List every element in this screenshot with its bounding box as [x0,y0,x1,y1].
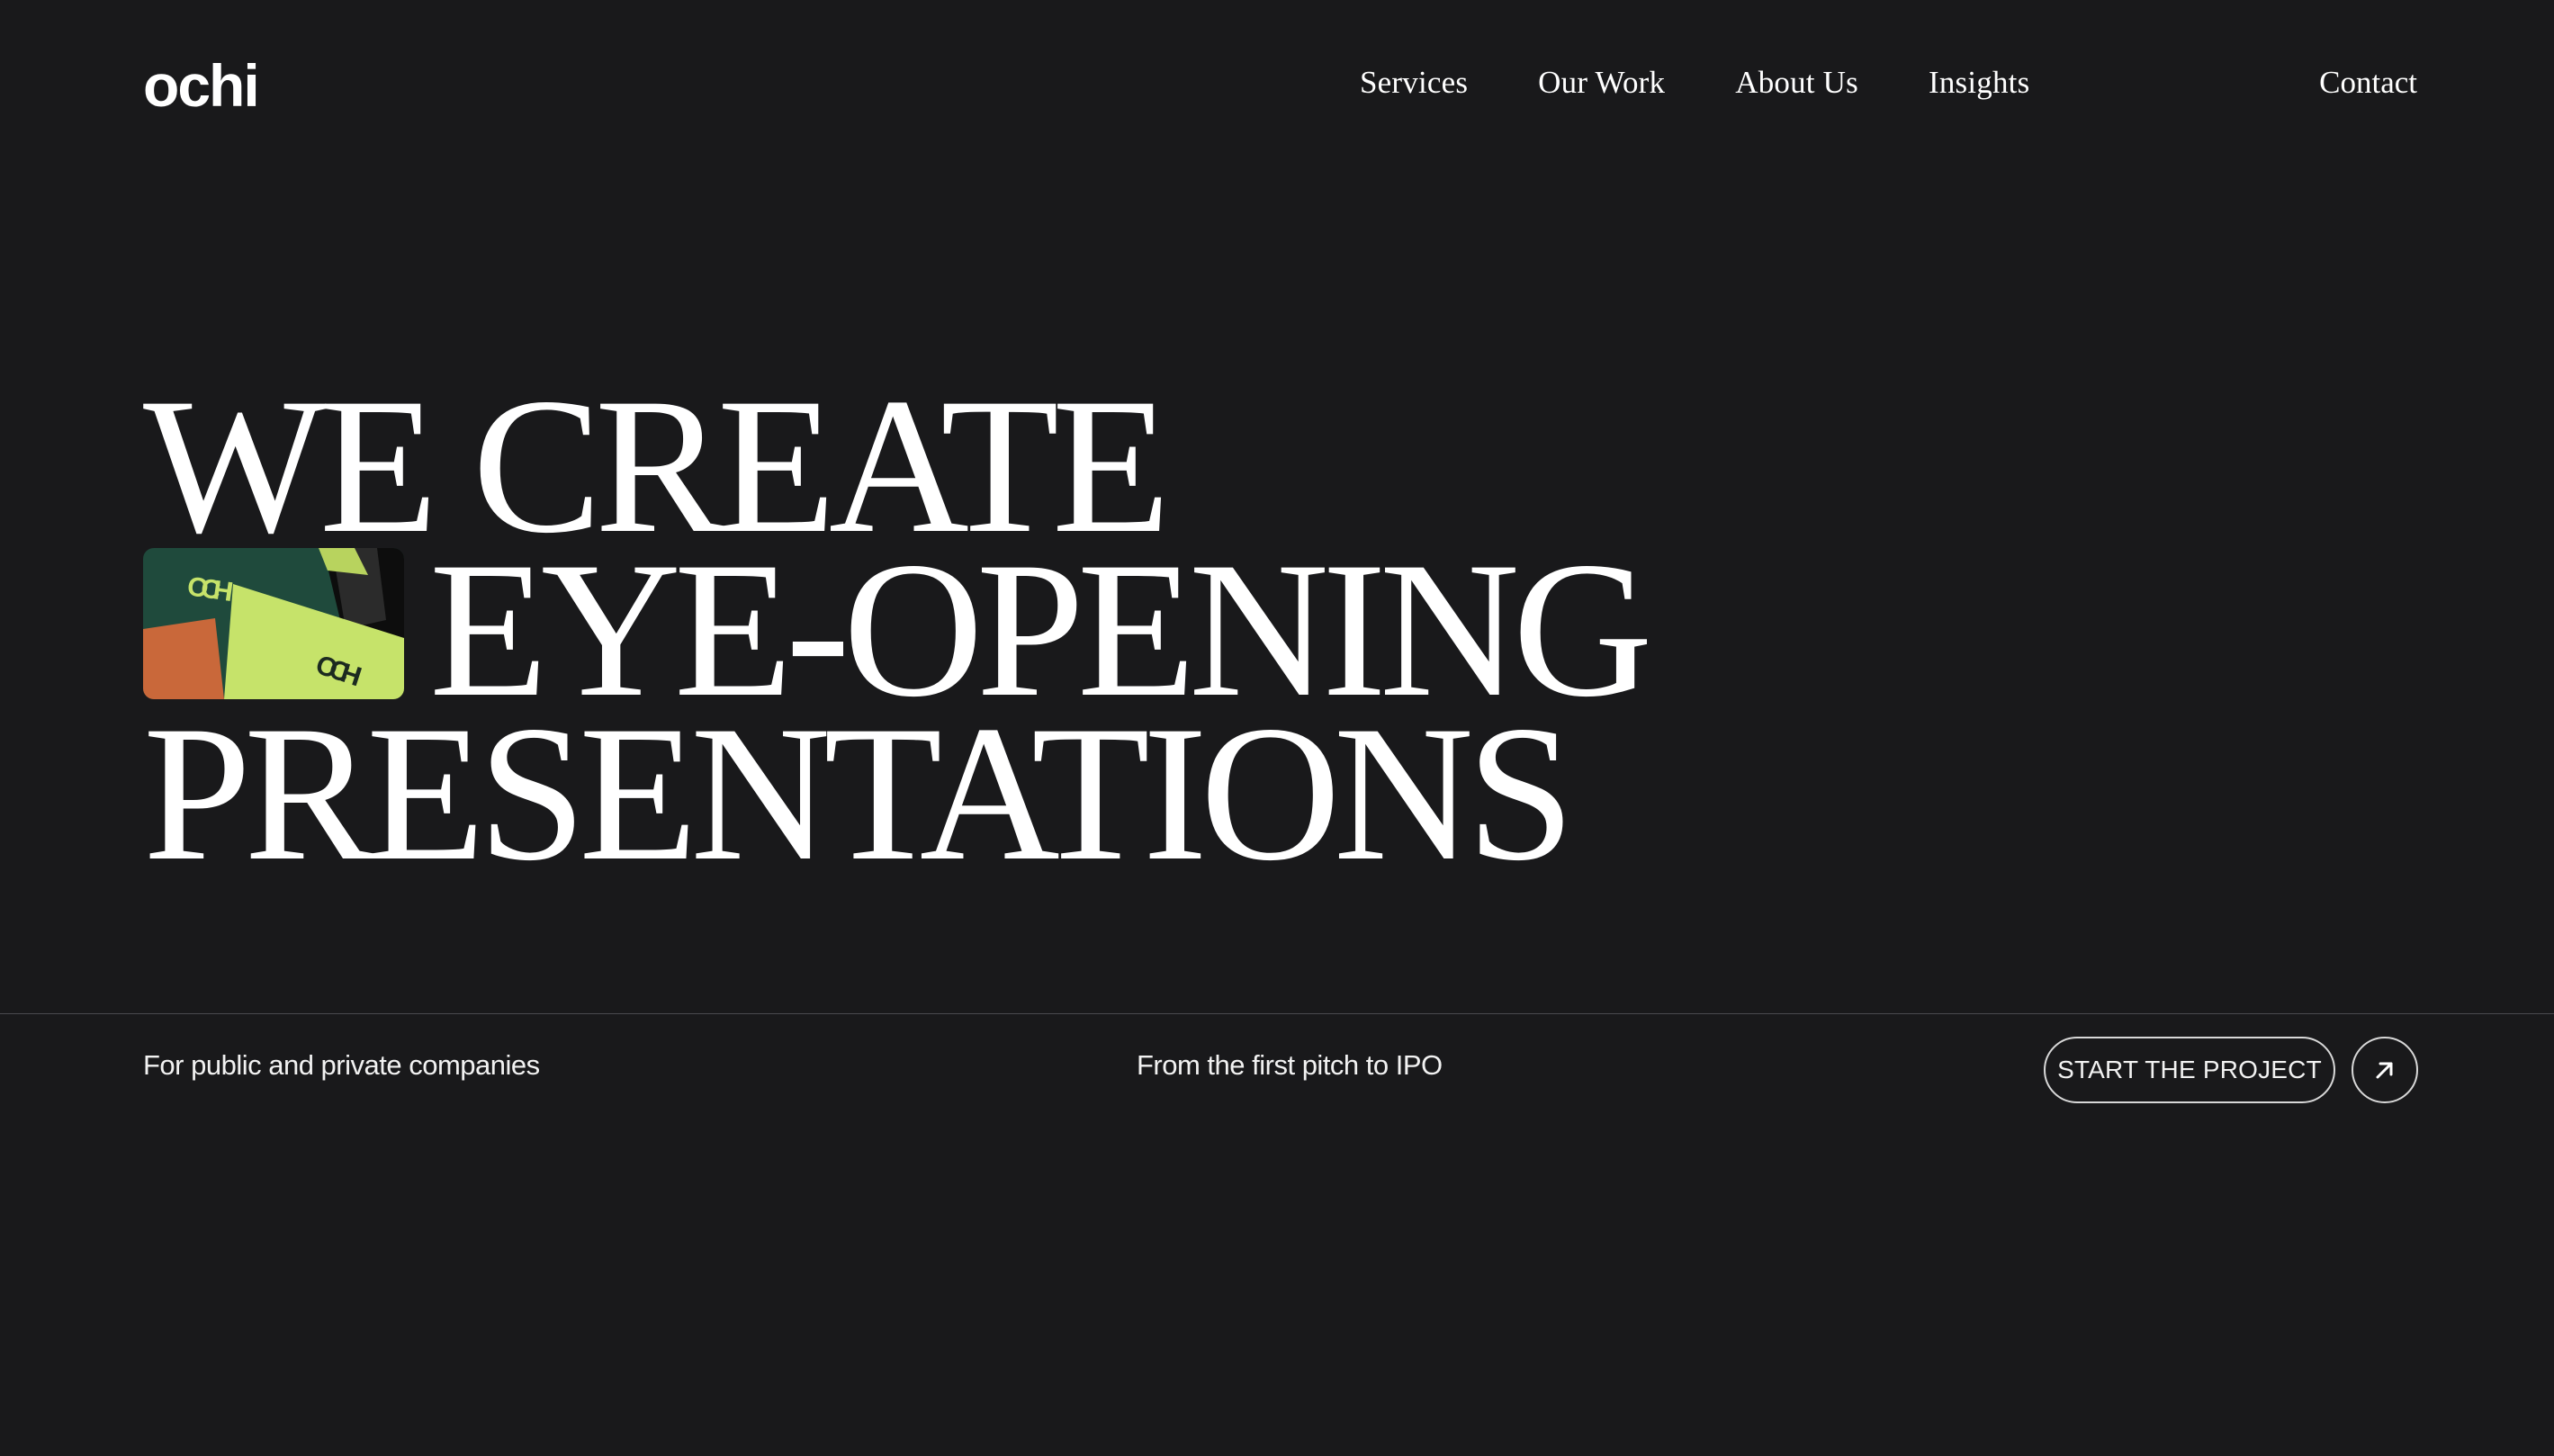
ochi-logo[interactable]: ochi [143,50,278,113]
hero-line-1: WE CREATE [143,369,1646,563]
hero-heading: WE CREATE ochi ochi EYE-OPENING PRESENTA… [143,369,1653,891]
tagline-left: For public and private companies [143,1049,540,1081]
hero-line-3-text: PRESENTATIONS [143,686,1575,901]
nav-item-contact[interactable]: Contact [2319,59,2417,106]
arrow-up-right-icon [2376,1062,2393,1079]
hero-line-2: ochi ochi EYE-OPENING [143,533,1653,727]
start-project-button[interactable]: START THE PROJECT [2044,1037,2335,1103]
tagline-middle: From the first pitch to IPO [1137,1049,1443,1081]
nav-item-insights[interactable]: Insights [1929,65,2029,101]
hero-thumbnail-image: ochi ochi [143,548,404,699]
svg-text:ochi: ochi [143,52,258,113]
hero-line-3: PRESENTATIONS [143,697,1646,891]
nav-item-services[interactable]: Services [1360,65,1468,101]
start-project-arrow-button[interactable] [2352,1037,2418,1103]
nav-item-about-us[interactable]: About Us [1735,65,1858,101]
section-divider [0,1013,2554,1014]
main-nav: Services Our Work About Us Insights [1360,59,2029,106]
ochi-logo-mark: ochi [143,52,260,113]
nav-item-our-work[interactable]: Our Work [1538,65,1665,101]
